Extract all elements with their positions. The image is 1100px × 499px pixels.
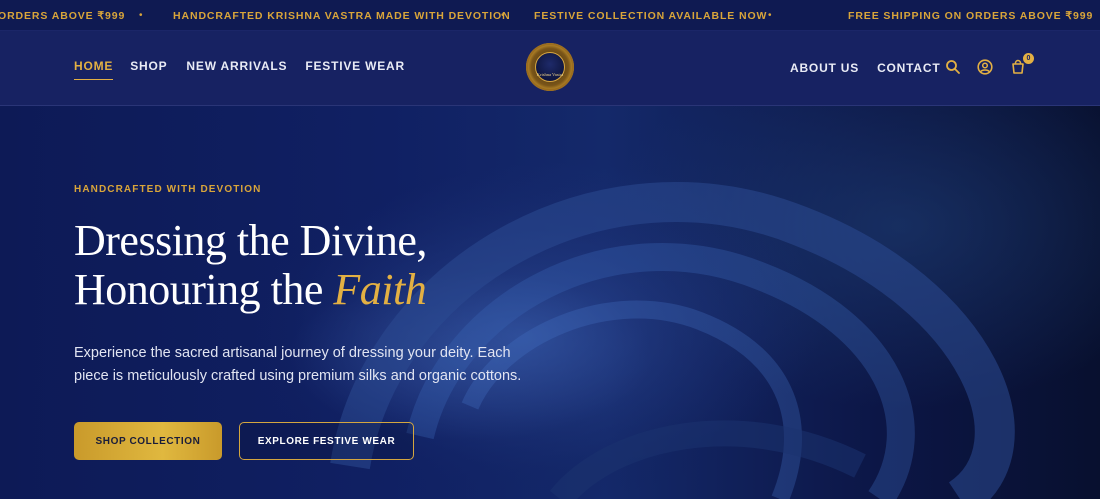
account-icon-glyph	[977, 59, 993, 75]
nav-about-us[interactable]: ABOUT US	[790, 61, 859, 79]
hero-headline-accent: Faith	[333, 265, 427, 314]
nav-home[interactable]: HOME	[74, 59, 114, 80]
nav-shop[interactable]: SHOP	[130, 59, 167, 77]
hero-banner: HANDCRAFTED WITH DEVOTION Dressing the D…	[0, 106, 1100, 499]
nav-contact[interactable]: CONTACT	[877, 61, 940, 79]
announcement-bar: ORDERS ABOVE ₹999 • HANDCRAFTED KRISHNA …	[0, 0, 1100, 31]
site-header: HOME SHOP NEW ARRIVALS FESTIVE WEAR Kris…	[0, 31, 1100, 106]
ticker-item-4: FREE SHIPPING ON ORDERS ABOVE ₹999	[848, 10, 1094, 22]
hero-description: Experience the sacred artisanal journey …	[74, 345, 522, 384]
ticker-item-1: ORDERS ABOVE ₹999	[0, 10, 126, 22]
nav-festive-wear[interactable]: FESTIVE WEAR	[305, 59, 405, 77]
nav-new-arrivals[interactable]: NEW ARRIVALS	[186, 59, 287, 77]
hero-headline-line-2: Honouring the Faith	[74, 265, 594, 314]
logo-emblem	[535, 52, 565, 82]
search-icon-glyph	[946, 60, 960, 74]
ticker-separator: •	[768, 10, 772, 21]
account-icon[interactable]	[977, 59, 995, 77]
primary-nav: HOME SHOP NEW ARRIVALS FESTIVE WEAR	[74, 59, 405, 80]
shop-collection-button[interactable]: SHOP COLLECTION	[74, 422, 222, 460]
ticker-separator: •	[139, 10, 143, 21]
hero-headline-prefix: Honouring the	[74, 265, 334, 314]
hero-headline: Dressing the Divine, Honouring the Faith	[74, 216, 594, 314]
hero-eyebrow: HANDCRAFTED WITH DEVOTION	[74, 184, 262, 195]
ticker-separator: •	[501, 10, 505, 21]
secondary-nav: ABOUT US CONTACT	[790, 61, 940, 79]
explore-festive-wear-button[interactable]: EXPLORE FESTIVE WEAR	[239, 422, 414, 460]
search-icon[interactable]	[945, 59, 963, 77]
cart-icon[interactable]: 0	[1010, 53, 1034, 77]
cart-count-badge: 0	[1023, 53, 1034, 64]
ticker-item-2: HANDCRAFTED KRISHNA VASTRA MADE WITH DEV…	[173, 10, 511, 22]
logo-text: Krishna Vastra	[536, 72, 564, 77]
ticker-item-3: FESTIVE COLLECTION AVAILABLE NOW	[534, 10, 768, 22]
hero-headline-line-1: Dressing the Divine,	[74, 216, 427, 265]
brand-logo[interactable]: Krishna Vastra	[526, 43, 574, 91]
